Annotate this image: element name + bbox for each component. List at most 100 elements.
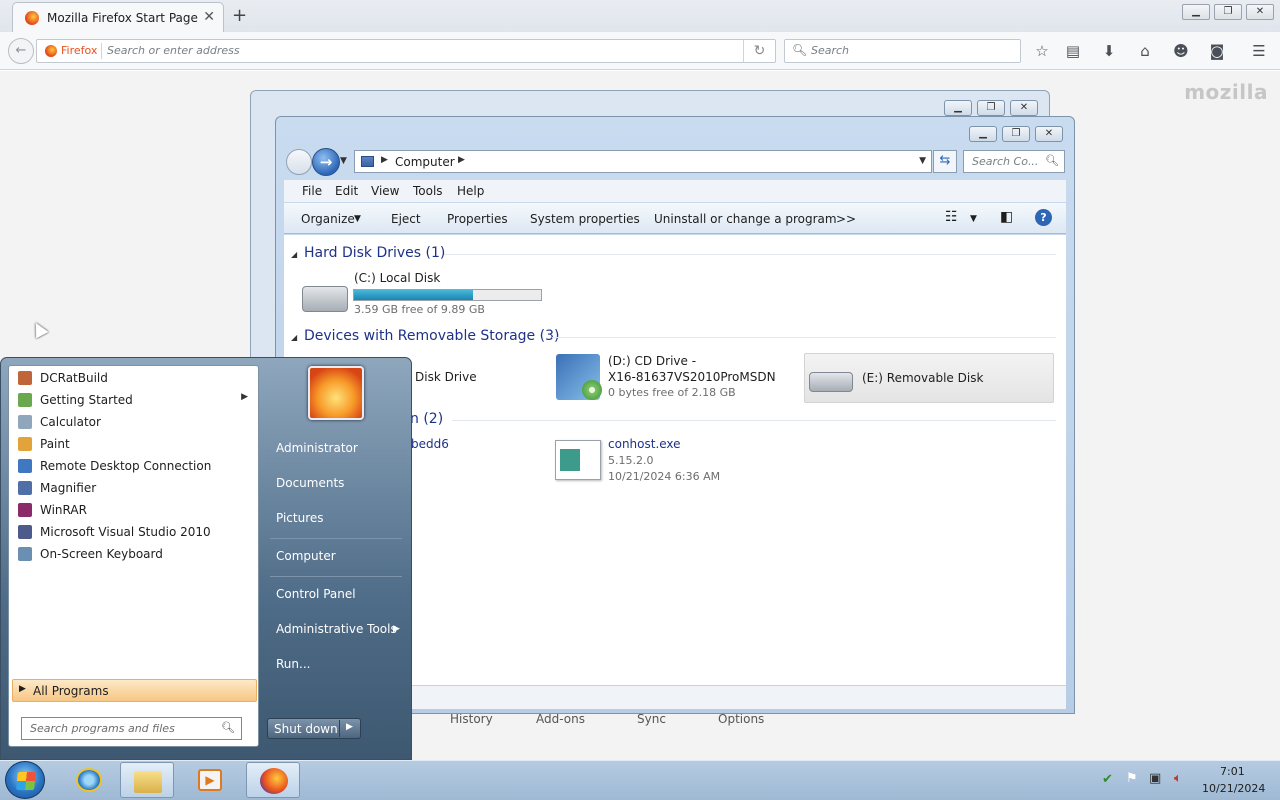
taskbar-media-player[interactable]: ▶ bbox=[184, 762, 238, 798]
user-picture-avatar[interactable] bbox=[308, 366, 364, 420]
preview-pane-icon[interactable]: ◧ bbox=[1000, 209, 1013, 225]
pocket-icon[interactable]: ◙ bbox=[1206, 40, 1228, 62]
view-options-icon[interactable]: ☷ bbox=[945, 209, 958, 225]
program-item[interactable]: Magnifier bbox=[14, 477, 254, 499]
drive-c-name[interactable]: (C:) Local Disk bbox=[354, 271, 440, 285]
close-button[interactable]: ✕ bbox=[1246, 4, 1274, 20]
sm-administrator[interactable]: Administrator bbox=[276, 441, 358, 455]
group-removable-storage[interactable]: Devices with Removable Storage (3) bbox=[304, 328, 559, 344]
group-hard-disk-drives[interactable]: Hard Disk Drives (1) bbox=[304, 245, 445, 261]
close-tab-icon[interactable]: ✕ bbox=[203, 9, 215, 25]
restore-button[interactable]: ❐ bbox=[1002, 126, 1030, 142]
options-link[interactable]: Options bbox=[718, 712, 764, 726]
security-shield-icon[interactable]: ✔ bbox=[1102, 772, 1113, 787]
view-dropdown-icon[interactable]: ▼ bbox=[970, 214, 977, 224]
start-button[interactable] bbox=[5, 761, 45, 799]
drive-d-label[interactable]: X16-81637VS2010ProMSDN bbox=[608, 370, 776, 384]
breadcrumb-arrow-icon[interactable]: ▶ bbox=[381, 155, 388, 165]
sm-pictures[interactable]: Pictures bbox=[276, 511, 324, 525]
explorer-address-bar[interactable]: ▶ Computer ▶ ▼ bbox=[354, 150, 932, 173]
floppy-drive-name[interactable]: Disk Drive bbox=[415, 370, 477, 384]
program-item[interactable]: WinRAR bbox=[14, 499, 254, 521]
system-properties-button[interactable]: System properties bbox=[530, 212, 640, 226]
drive-e-tile[interactable]: (E:) Removable Disk bbox=[804, 353, 1054, 403]
program-item[interactable]: On-Screen Keyboard bbox=[14, 543, 254, 565]
hello-chat-icon[interactable]: ☻ bbox=[1170, 40, 1192, 62]
downloads-icon[interactable]: ⬇ bbox=[1098, 40, 1120, 62]
sm-administrative-tools[interactable]: Administrative Tools bbox=[276, 622, 397, 636]
start-search-input[interactable]: Search programs and files 🔍︎ bbox=[21, 717, 242, 740]
taskbar-internet-explorer[interactable] bbox=[62, 762, 116, 798]
help-icon[interactable]: ? bbox=[1035, 209, 1052, 226]
recent-pages-dropdown[interactable]: ▼ bbox=[340, 156, 347, 166]
uninstall-program-button[interactable]: Uninstall or change a program bbox=[654, 212, 837, 226]
firefox-icon bbox=[25, 11, 39, 25]
drive-d-name[interactable]: (D:) CD Drive - bbox=[608, 354, 696, 368]
program-item[interactable]: DCRatBuild bbox=[14, 367, 254, 389]
explorer-forward-button[interactable]: → bbox=[312, 148, 340, 176]
program-item[interactable]: Getting Started ▶ bbox=[14, 389, 254, 411]
clock-time[interactable]: 7:01 bbox=[1220, 765, 1245, 778]
sync-link[interactable]: Sync bbox=[637, 712, 666, 726]
search-field[interactable]: 🔍︎ Search bbox=[784, 39, 1021, 63]
url-bar[interactable]: Firefox Search or enter address ↻ bbox=[36, 39, 776, 63]
breadcrumb-arrow-icon[interactable]: ▶ bbox=[458, 155, 465, 165]
menu-help[interactable]: Help bbox=[457, 184, 484, 198]
close-button[interactable]: ✕ bbox=[1035, 126, 1063, 142]
all-programs-button[interactable]: ▶ All Programs bbox=[12, 679, 257, 702]
address-dropdown-icon[interactable]: ▼ bbox=[919, 156, 926, 166]
action-center-flag-icon[interactable]: ⚑ bbox=[1126, 771, 1138, 786]
sm-documents[interactable]: Documents bbox=[276, 476, 344, 490]
removable-disk-icon bbox=[809, 372, 853, 392]
network-icon[interactable]: ▣ bbox=[1149, 771, 1161, 786]
breadcrumb-computer[interactable]: Computer bbox=[395, 155, 455, 169]
shut-down-button[interactable]: Shut down ▶ bbox=[267, 718, 361, 739]
minimize-button[interactable]: ▁ bbox=[944, 100, 972, 116]
new-tab-button[interactable]: + bbox=[232, 5, 247, 26]
organize-button[interactable]: Organize bbox=[301, 212, 355, 226]
drive-c-usage-fill bbox=[354, 290, 474, 300]
close-button[interactable]: ✕ bbox=[1010, 100, 1038, 116]
menu-file[interactable]: File bbox=[302, 184, 322, 198]
menu-tools[interactable]: Tools bbox=[413, 184, 443, 198]
minimize-button[interactable]: ▁ bbox=[1182, 4, 1210, 20]
partial-item-name[interactable]: bedd6 bbox=[411, 437, 449, 451]
program-item[interactable]: Remote Desktop Connection bbox=[14, 455, 254, 477]
more-commands-button[interactable]: >> bbox=[836, 212, 856, 226]
restore-button[interactable]: ❐ bbox=[977, 100, 1005, 116]
addons-link[interactable]: Add-ons bbox=[536, 712, 585, 726]
refresh-button[interactable]: ⇆ bbox=[933, 150, 957, 173]
collapse-group-icon[interactable]: ◢ bbox=[291, 333, 297, 342]
restore-button[interactable]: ❐ bbox=[1214, 4, 1242, 20]
menu-edit[interactable]: Edit bbox=[335, 184, 358, 198]
menu-icon[interactable]: ☰ bbox=[1248, 40, 1270, 62]
minimize-button[interactable]: ▁ bbox=[969, 126, 997, 142]
explorer-back-button[interactable] bbox=[286, 149, 312, 175]
group-other[interactable]: n (2) bbox=[410, 411, 443, 427]
sm-computer[interactable]: Computer bbox=[276, 549, 336, 563]
eject-button[interactable]: Eject bbox=[391, 212, 421, 226]
taskbar-windows-explorer[interactable] bbox=[120, 762, 174, 798]
home-icon[interactable]: ⌂ bbox=[1134, 40, 1156, 62]
collapse-group-icon[interactable]: ◢ bbox=[291, 250, 297, 259]
history-link[interactable]: History bbox=[450, 712, 493, 726]
explorer-search-input[interactable]: Search Co... 🔍︎ bbox=[963, 150, 1065, 173]
back-button[interactable]: ← bbox=[8, 38, 34, 64]
program-item[interactable]: Calculator bbox=[14, 411, 254, 433]
conhost-name[interactable]: conhost.exe bbox=[608, 437, 681, 451]
sm-control-panel[interactable]: Control Panel bbox=[276, 587, 356, 601]
program-item[interactable]: Paint bbox=[14, 433, 254, 455]
taskbar-firefox[interactable] bbox=[246, 762, 300, 798]
bookmarks-menu-icon[interactable]: ▤ bbox=[1062, 40, 1084, 62]
program-item[interactable]: Microsoft Visual Studio 2010 bbox=[14, 521, 254, 543]
clock-date[interactable]: 10/21/2024 bbox=[1202, 782, 1265, 795]
bookmark-star-icon[interactable]: ☆ bbox=[1031, 40, 1053, 62]
firefox-tab[interactable]: Mozilla Firefox Start Page ✕ bbox=[12, 2, 224, 32]
organize-dropdown-icon[interactable]: ▼ bbox=[354, 214, 361, 224]
reload-icon[interactable]: ↻ bbox=[743, 40, 775, 62]
menu-view[interactable]: View bbox=[371, 184, 399, 198]
volume-muted-icon[interactable]: 🔈︎ bbox=[1174, 771, 1182, 786]
shutdown-options-arrow-icon[interactable]: ▶ bbox=[346, 722, 353, 732]
sm-run[interactable]: Run... bbox=[276, 657, 310, 671]
properties-button[interactable]: Properties bbox=[447, 212, 508, 226]
